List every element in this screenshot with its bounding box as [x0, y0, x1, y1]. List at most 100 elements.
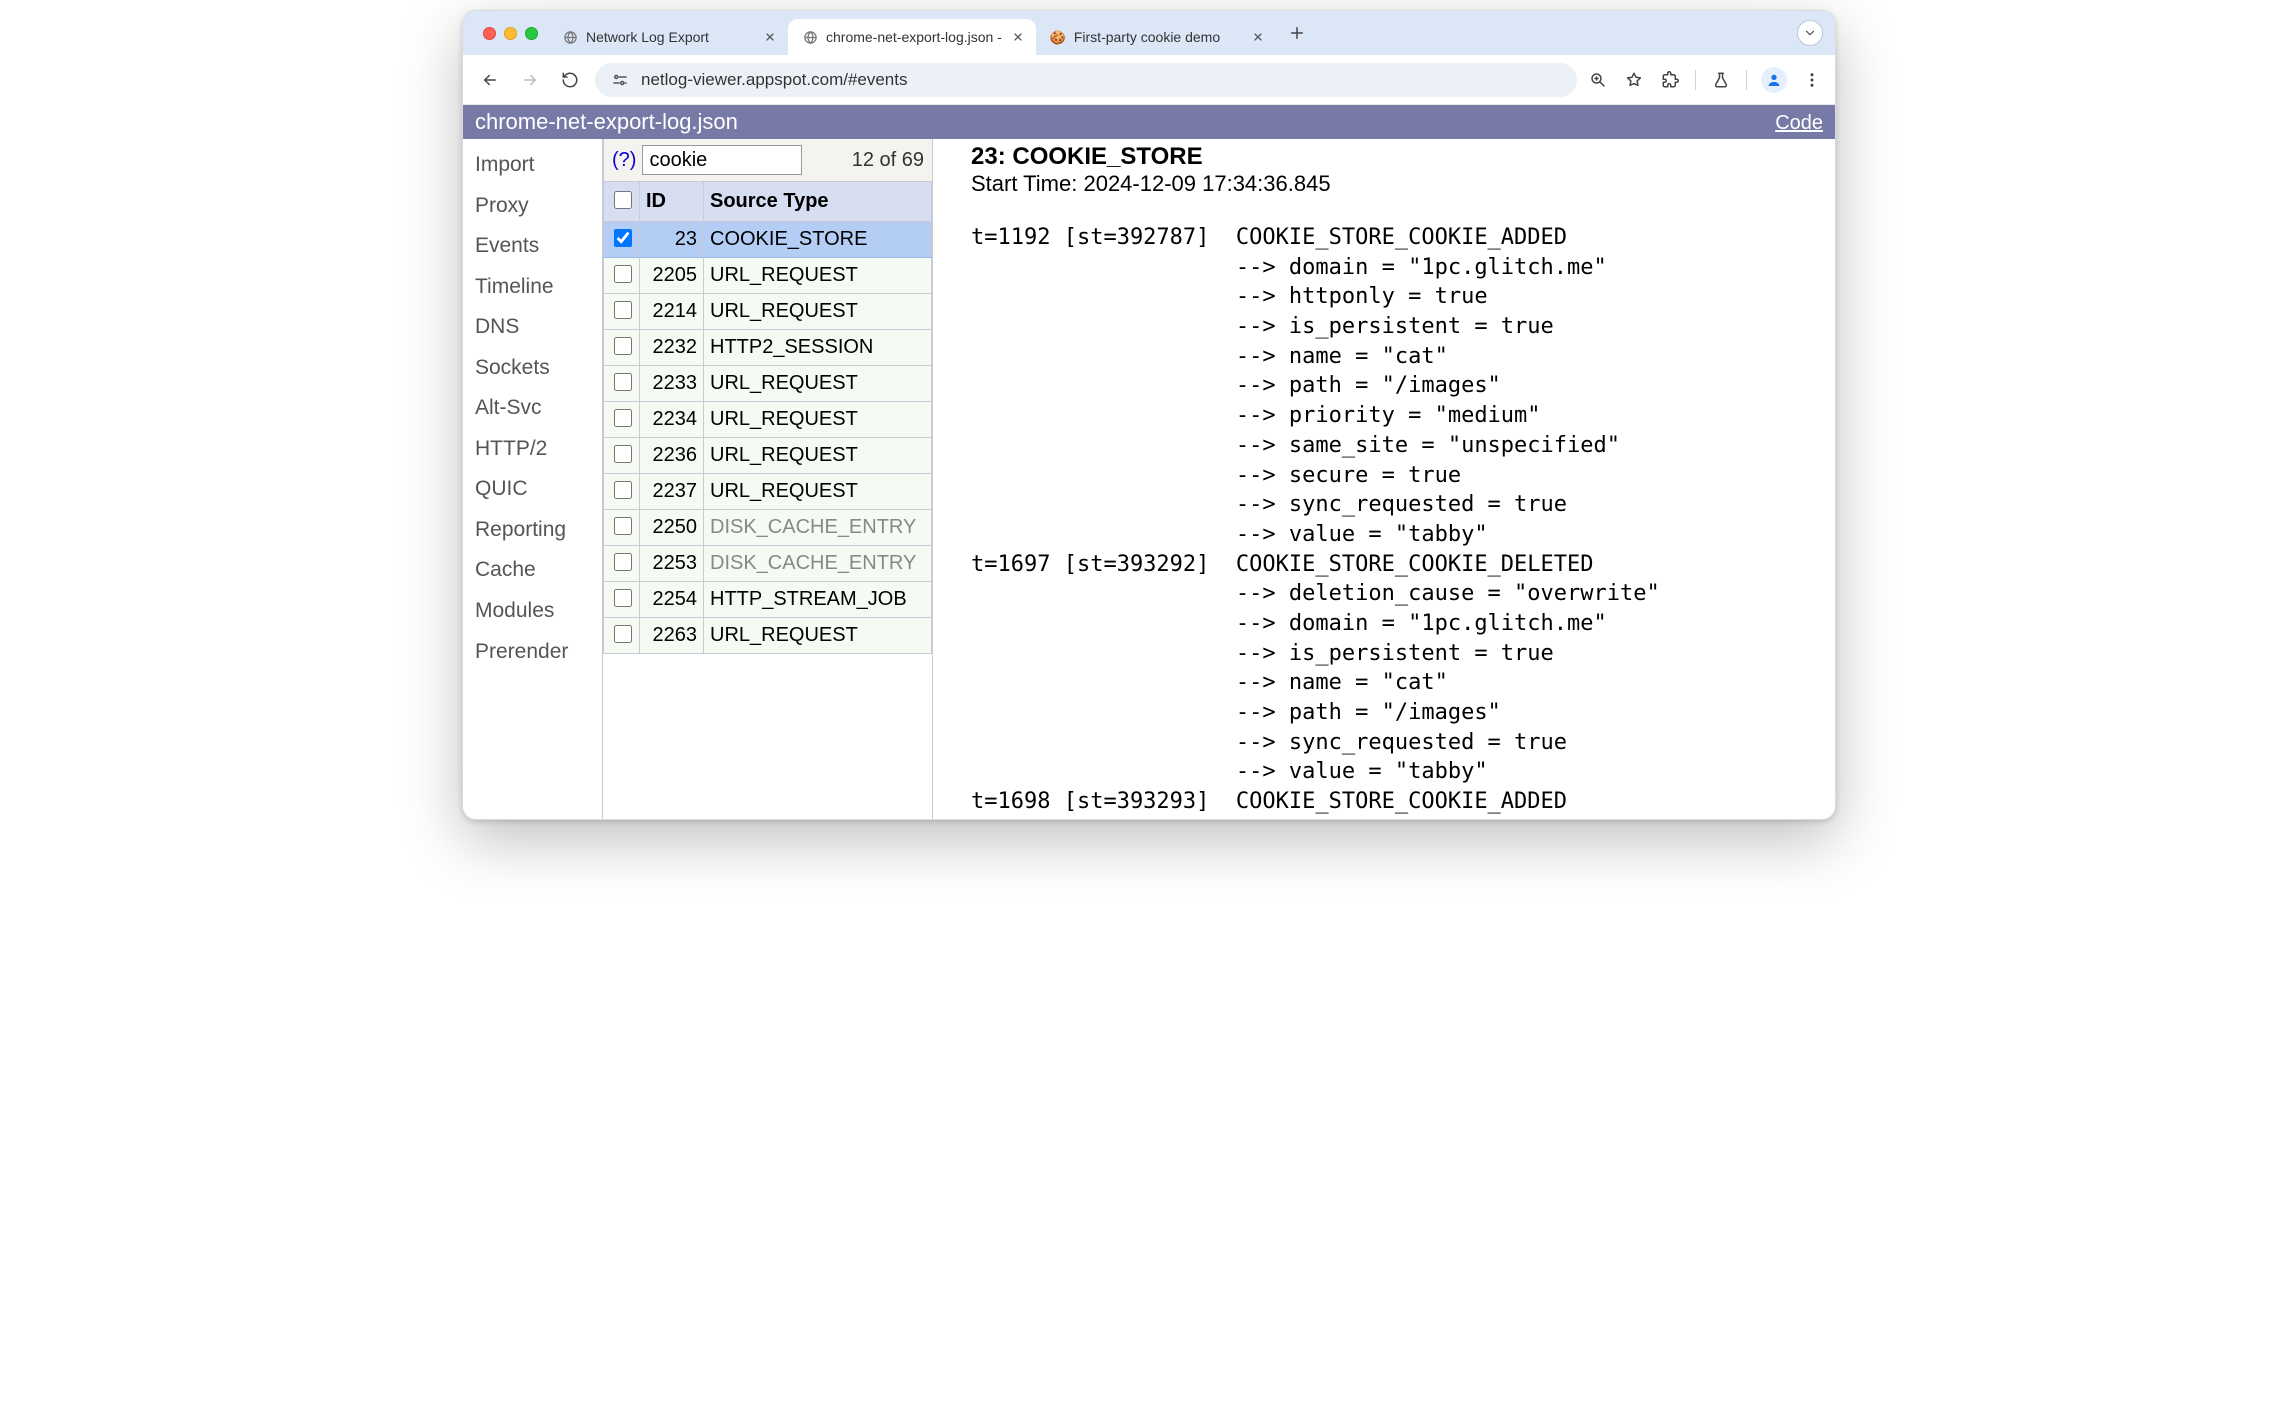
row-checkbox[interactable]: [614, 625, 632, 643]
row-checkbox[interactable]: [614, 517, 632, 535]
row-source-type: URL_REQUEST: [704, 402, 932, 438]
address-bar[interactable]: netlog-viewer.appspot.com/#events: [595, 63, 1577, 97]
star-icon: [1625, 71, 1643, 89]
table-row[interactable]: 2263URL_REQUEST: [604, 618, 932, 654]
row-checkbox[interactable]: [614, 589, 632, 607]
row-id: 2254: [640, 582, 704, 618]
table-row[interactable]: 23COOKIE_STORE: [604, 222, 932, 258]
col-checkbox: [604, 182, 640, 222]
row-checkbox[interactable]: [614, 337, 632, 355]
table-row[interactable]: 2232HTTP2_SESSION: [604, 330, 932, 366]
code-link[interactable]: Code: [1775, 112, 1823, 134]
sidebar-item-proxy[interactable]: Proxy: [471, 186, 602, 227]
sidebar-item-import[interactable]: Import: [471, 145, 602, 186]
table-row[interactable]: 2234URL_REQUEST: [604, 402, 932, 438]
table-row[interactable]: 2236URL_REQUEST: [604, 438, 932, 474]
bookmark-button[interactable]: [1623, 69, 1645, 91]
tab-2[interactable]: 🍪First-party cookie demo: [1036, 19, 1276, 55]
forward-button[interactable]: [515, 65, 545, 95]
sidebar-item-dns[interactable]: DNS: [471, 307, 602, 348]
row-checkbox[interactable]: [614, 301, 632, 319]
row-checkbox-cell: [604, 546, 640, 582]
back-button[interactable]: [475, 65, 505, 95]
sidebar-item-timeline[interactable]: Timeline: [471, 267, 602, 308]
dots-vertical-icon: [1803, 71, 1821, 89]
sidebar-item-http-2[interactable]: HTTP/2: [471, 429, 602, 470]
arrow-right-icon: [521, 71, 539, 89]
row-checkbox[interactable]: [614, 445, 632, 463]
row-checkbox-cell: [604, 510, 640, 546]
table-row[interactable]: 2214URL_REQUEST: [604, 294, 932, 330]
row-checkbox[interactable]: [614, 229, 632, 247]
sidebar-item-alt-svc[interactable]: Alt-Svc: [471, 388, 602, 429]
row-checkbox[interactable]: [614, 409, 632, 427]
site-settings-icon[interactable]: [609, 69, 631, 91]
row-checkbox-cell: [604, 330, 640, 366]
row-checkbox-cell: [604, 618, 640, 654]
reload-button[interactable]: [555, 65, 585, 95]
new-tab-button[interactable]: [1282, 18, 1312, 48]
row-source-type: DISK_CACHE_ENTRY: [704, 546, 932, 582]
table-row[interactable]: 2233URL_REQUEST: [604, 366, 932, 402]
filter-input[interactable]: [642, 145, 802, 175]
sidebar-item-events[interactable]: Events: [471, 226, 602, 267]
tab-close-button[interactable]: [1010, 29, 1026, 45]
row-checkbox-cell: [604, 402, 640, 438]
sidebar-item-quic[interactable]: QUIC: [471, 469, 602, 510]
row-checkbox-cell: [604, 582, 640, 618]
sidebar-item-prerender[interactable]: Prerender: [471, 632, 602, 673]
table-row[interactable]: 2237URL_REQUEST: [604, 474, 932, 510]
sidebar-item-sockets[interactable]: Sockets: [471, 348, 602, 389]
table-row[interactable]: 2253DISK_CACHE_ENTRY: [604, 546, 932, 582]
row-source-type: DISK_CACHE_ENTRY: [704, 510, 932, 546]
row-checkbox[interactable]: [614, 265, 632, 283]
row-checkbox[interactable]: [614, 481, 632, 499]
tab-close-button[interactable]: [1250, 29, 1266, 45]
row-source-type: URL_REQUEST: [704, 438, 932, 474]
tab-0[interactable]: Network Log Export: [548, 19, 788, 55]
row-id: 2205: [640, 258, 704, 294]
event-detail-pane: 23: COOKIE_STORE Start Time: 2024-12-09 …: [933, 139, 1835, 819]
labs-button[interactable]: [1710, 69, 1732, 91]
minimize-window-icon[interactable]: [504, 27, 517, 40]
maximize-window-icon[interactable]: [525, 27, 538, 40]
row-id: 2214: [640, 294, 704, 330]
table-row[interactable]: 2254HTTP_STREAM_JOB: [604, 582, 932, 618]
main-area: ImportProxyEventsTimelineDNSSocketsAlt-S…: [463, 139, 1835, 819]
close-window-icon[interactable]: [483, 27, 496, 40]
select-all-checkbox[interactable]: [614, 191, 632, 209]
col-id[interactable]: ID: [640, 182, 704, 222]
url-text: netlog-viewer.appspot.com/#events: [641, 70, 1563, 90]
zoom-button[interactable]: [1587, 69, 1609, 91]
chrome-menu-button[interactable]: [1801, 69, 1823, 91]
row-source-type: URL_REQUEST: [704, 258, 932, 294]
tab-title: First-party cookie demo: [1074, 29, 1242, 45]
row-id: 2234: [640, 402, 704, 438]
filter-help-link[interactable]: (?): [612, 149, 636, 172]
row-id: 2236: [640, 438, 704, 474]
row-checkbox[interactable]: [614, 373, 632, 391]
sidebar-item-modules[interactable]: Modules: [471, 591, 602, 632]
row-source-type: URL_REQUEST: [704, 618, 932, 654]
tab-strip: Network Log Export chrome-net-export-log.…: [463, 11, 1835, 55]
person-icon: [1766, 72, 1782, 88]
row-checkbox-cell: [604, 366, 640, 402]
row-checkbox-cell: [604, 438, 640, 474]
extensions-button[interactable]: [1659, 69, 1681, 91]
tab-1[interactable]: chrome-net-export-log.json -: [788, 19, 1036, 55]
sidebar-item-cache[interactable]: Cache: [471, 550, 602, 591]
tab-title: chrome-net-export-log.json -: [826, 29, 1002, 45]
sidebar: ImportProxyEventsTimelineDNSSocketsAlt-S…: [463, 139, 603, 819]
row-checkbox[interactable]: [614, 553, 632, 571]
table-row[interactable]: 2250DISK_CACHE_ENTRY: [604, 510, 932, 546]
globe-icon: [562, 29, 578, 45]
chevron-down-icon: [1803, 26, 1817, 40]
sidebar-item-reporting[interactable]: Reporting: [471, 510, 602, 551]
table-row[interactable]: 2205URL_REQUEST: [604, 258, 932, 294]
tab-close-button[interactable]: [762, 29, 778, 45]
col-source-type[interactable]: Source Type: [704, 182, 932, 222]
detail-start-time: Start Time: 2024-12-09 17:34:36.845: [971, 171, 1817, 197]
tab-overflow-button[interactable]: [1797, 20, 1823, 46]
row-checkbox-cell: [604, 294, 640, 330]
profile-button[interactable]: [1761, 67, 1787, 93]
